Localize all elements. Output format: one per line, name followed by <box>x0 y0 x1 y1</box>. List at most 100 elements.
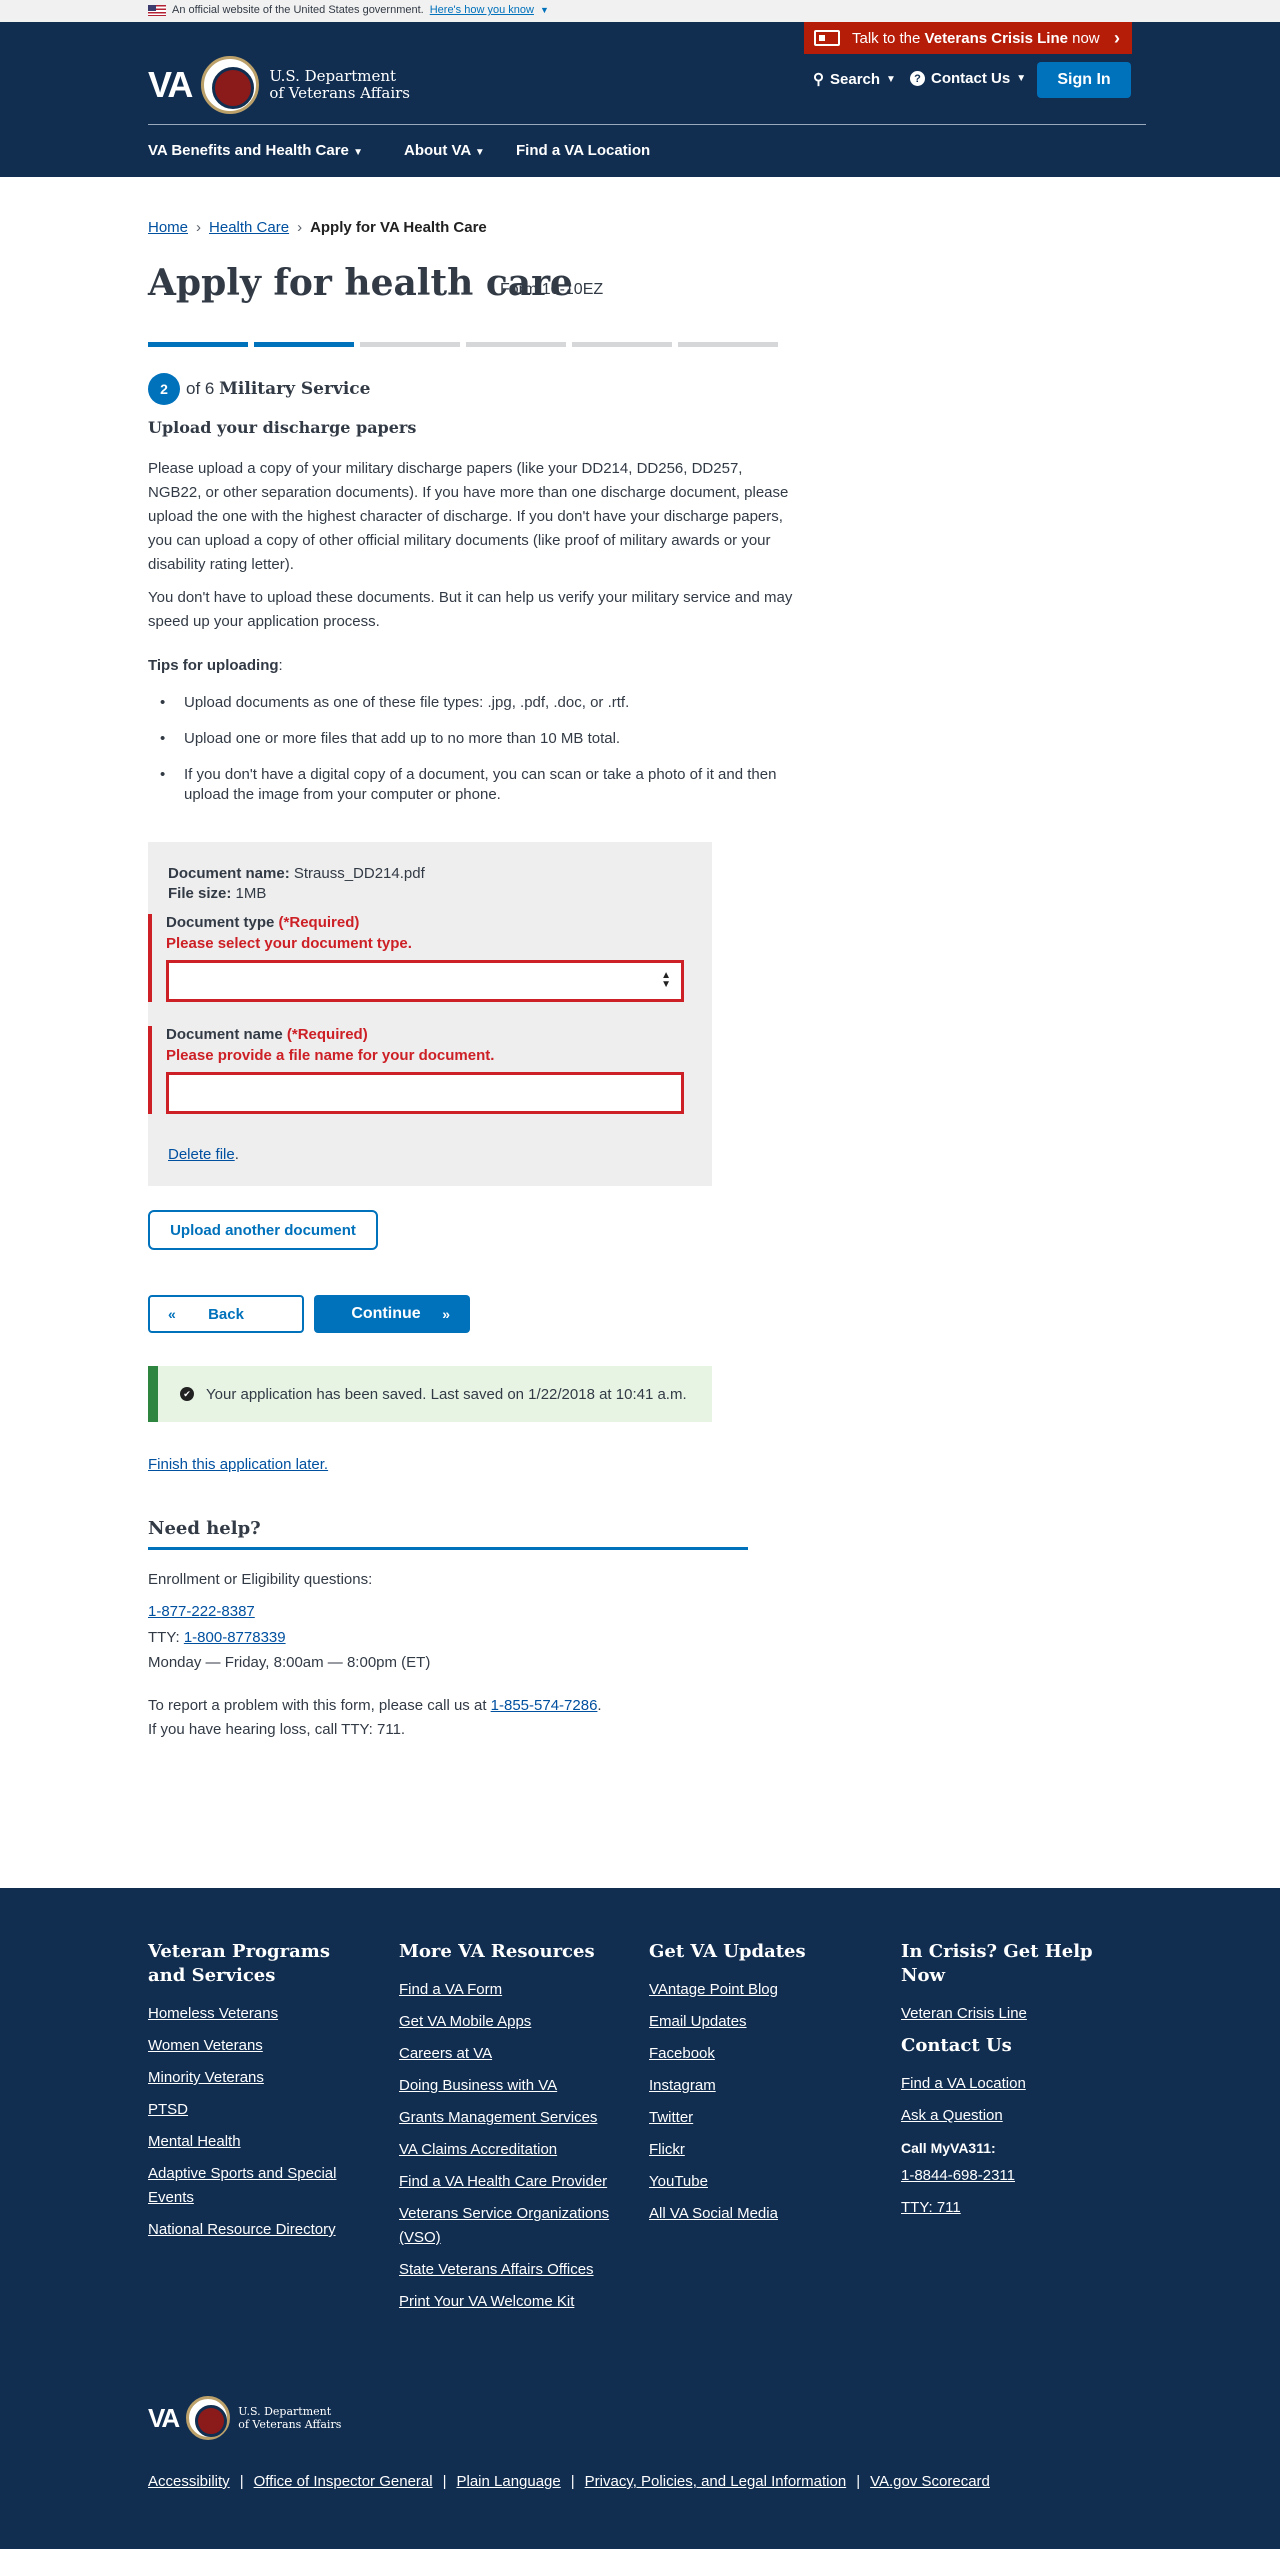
contact-us-button[interactable]: ? Contact Us ▼ <box>910 70 1026 87</box>
va-wordmark: VA <box>148 64 193 105</box>
heres-how-you-know-link[interactable]: Here's how you know <box>430 4 534 16</box>
breadcrumb-current: Apply for VA Health Care <box>310 219 487 236</box>
select-arrows-icon: ▲ ▼ <box>661 970 671 990</box>
footer-bottom-link[interactable]: VA.gov Scorecard <box>870 2473 990 2490</box>
footer-link[interactable]: Find a VA Form <box>399 1978 619 2002</box>
chevron-down-icon: ▼ <box>1016 73 1027 84</box>
finish-later-link[interactable]: Finish this application later. <box>148 1456 328 1473</box>
breadcrumb-separator: › <box>297 219 303 236</box>
tip-item: Upload documents as one of these file ty… <box>160 693 800 713</box>
footer-link[interactable]: All VA Social Media <box>649 2202 869 2226</box>
crisis-line-banner[interactable]: Talk to the Veterans Crisis Line now › <box>804 22 1132 54</box>
saved-text: Your application has been saved. Last sa… <box>206 1385 687 1403</box>
gov-banner: An official website of the United States… <box>0 0 1280 22</box>
footer-link[interactable]: TTY: 711 <box>901 2196 1131 2220</box>
footer-link[interactable]: Veteran Crisis Line <box>901 2002 1131 2026</box>
question-icon: ? <box>910 71 925 86</box>
double-chevron-right-icon: » <box>442 1306 450 1322</box>
footer-bottom-link[interactable]: Plain Language <box>456 2473 560 2490</box>
footer-col-resources: More VA Resources Find a VA Form Get VA … <box>399 1940 619 2322</box>
footer-bottom-links: Accessibility | Office of Inspector Gener… <box>148 2473 990 2490</box>
footer-link[interactable]: National Resource Directory <box>148 2218 368 2242</box>
chevron-down-icon: ▼ <box>474 147 485 158</box>
document-name-input[interactable] <box>166 1072 684 1114</box>
back-button[interactable]: « Back <box>148 1295 304 1333</box>
footer-link[interactable]: Get VA Mobile Apps <box>399 2010 619 2034</box>
breadcrumb: Home › Health Care › Apply for VA Health… <box>148 219 487 236</box>
nav-about[interactable]: About VA ▼ <box>404 142 485 159</box>
step-number: 2 <box>148 373 180 405</box>
footer-link[interactable]: Careers at VA <box>399 2042 619 2066</box>
nav-benefits[interactable]: VA Benefits and Health Care ▼ <box>148 142 363 159</box>
footer-link[interactable]: Find a VA Health Care Provider <box>399 2170 619 2194</box>
footer-link[interactable]: Veterans Service Organizations (VSO) <box>399 2202 619 2250</box>
breadcrumb-home[interactable]: Home <box>148 219 188 236</box>
chevron-down-icon: ▼ <box>353 147 363 158</box>
footer-link[interactable]: Minority Veterans <box>148 2066 368 2090</box>
tips-label: Tips for uploading: <box>148 657 283 674</box>
footer-bottom-link[interactable]: Office of Inspector General <box>254 2473 433 2490</box>
footer-heading: Veteran Programs and Services <box>148 1941 330 1986</box>
footer-link[interactable]: Print Your VA Welcome Kit <box>399 2290 619 2314</box>
footer-link[interactable]: Email Updates <box>649 2010 869 2034</box>
footer-link[interactable]: Doing Business with VA <box>399 2074 619 2098</box>
footer-link[interactable]: Instagram <box>649 2074 869 2098</box>
enrollment-phone-link[interactable]: 1-877-222-8387 <box>148 1603 255 1620</box>
crisis-suffix: now <box>1067 29 1100 47</box>
footer-link[interactable]: Women Veterans <box>148 2034 368 2058</box>
footer-link[interactable]: YouTube <box>649 2170 869 2194</box>
footer-link[interactable]: VAntage Point Blog <box>649 1978 869 2002</box>
va-logo[interactable]: VA U.S. Department of Veterans Affairs <box>148 56 410 114</box>
footer-link[interactable]: Grants Management Services <box>399 2106 619 2130</box>
va-seal-icon <box>201 56 260 114</box>
tty-line: TTY: 1-800-8778339 <box>148 1629 286 1646</box>
upload-another-button[interactable]: Upload another document <box>148 1210 378 1250</box>
nav-find-location[interactable]: Find a VA Location <box>516 142 650 159</box>
chevron-down-icon: ▼ <box>886 73 896 85</box>
footer-link[interactable]: Mental Health <box>148 2130 368 2154</box>
footer-link[interactable]: Adaptive Sports and Special Events <box>148 2162 368 2210</box>
required-marker: (*Required) <box>286 1026 368 1043</box>
continue-button[interactable]: Continue » <box>314 1295 470 1333</box>
progress-segment <box>148 342 248 347</box>
document-name-label: Document name <box>166 1026 283 1043</box>
footer-col-crisis: In Crisis? Get Help Now Veteran Crisis L… <box>901 1940 1131 2228</box>
footer-link[interactable]: Homeless Veterans <box>148 2002 368 2026</box>
document-type-select[interactable]: ▲ ▼ <box>166 960 684 1002</box>
footer-link[interactable]: PTSD <box>148 2098 368 2122</box>
footer-link[interactable]: Ask a Question <box>901 2104 1131 2128</box>
footer-link[interactable]: Facebook <box>649 2042 869 2066</box>
footer-link[interactable]: VA Claims Accreditation <box>399 2138 619 2162</box>
delete-file-link[interactable]: Delete file <box>168 1146 235 1163</box>
footer-link[interactable]: State Veterans Affairs Offices <box>399 2258 619 2282</box>
intro-paragraph: Please upload a copy of your military di… <box>148 460 789 573</box>
footer-link[interactable]: Find a VA Location <box>901 2072 1131 2096</box>
report-phone-link[interactable]: 1-855-574-7286 <box>491 1697 598 1714</box>
footer-link[interactable]: Twitter <box>649 2106 869 2130</box>
footer-bottom-link[interactable]: Accessibility <box>148 2473 230 2490</box>
optional-paragraph: You don't have to upload these documents… <box>148 589 793 630</box>
footer-link[interactable]: Flickr <box>649 2138 869 2162</box>
progress-bar <box>148 342 778 347</box>
document-name-field: Document name (*Required) Please provide… <box>148 1026 712 1114</box>
search-button[interactable]: ⚲ Search ▼ <box>813 70 896 89</box>
call-label: Call MyVA311: <box>901 2140 996 2156</box>
document-type-error: Please select your document type. <box>166 935 412 952</box>
footer-heading: In Crisis? Get Help Now <box>901 1941 1093 1986</box>
footer-link[interactable]: 1-8844-698-2311 <box>901 2164 1131 2188</box>
sign-in-button[interactable]: Sign In <box>1037 62 1131 98</box>
footer-heading: Get VA Updates <box>649 1941 806 1962</box>
divider: | <box>239 2473 244 2490</box>
tty-phone-link[interactable]: 1-800-8778339 <box>184 1629 286 1646</box>
crisis-line-icon <box>814 30 840 46</box>
saved-alert: ✔ Your application has been saved. Last … <box>148 1366 712 1422</box>
breadcrumb-health-care[interactable]: Health Care <box>209 219 289 236</box>
header-divider <box>148 124 1146 125</box>
progress-segment <box>360 342 460 347</box>
search-label: Search <box>830 70 881 88</box>
footer-bottom-link[interactable]: Privacy, Policies, and Legal Information <box>585 2473 847 2490</box>
footer-va-logo[interactable]: VA U.S. Department of Veterans Affairs <box>148 2396 341 2440</box>
footer-heading: Contact Us <box>901 2035 1012 2056</box>
check-circle-icon: ✔ <box>180 1387 194 1401</box>
divider: | <box>442 2473 447 2490</box>
